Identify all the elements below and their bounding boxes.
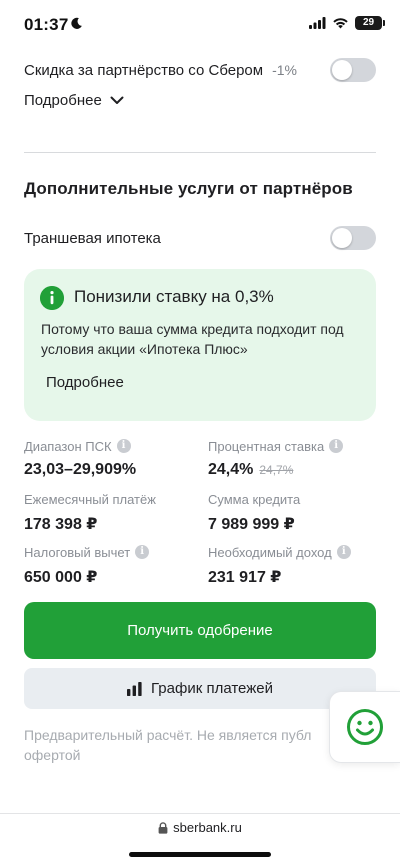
stat-monthly-payment: Ежемесячный платёж 178 398 ₽ bbox=[24, 490, 156, 534]
smiley-icon bbox=[347, 709, 383, 745]
tranche-mortgage-label: Траншевая ипотека bbox=[24, 229, 161, 247]
stat-tax-label: Налоговый вычет bbox=[24, 544, 131, 560]
info-icon[interactable]: i bbox=[116, 439, 131, 453]
status-time: 01:37 bbox=[24, 15, 69, 34]
stat-income-value: 231 917 ₽ bbox=[208, 569, 282, 586]
more-details-link[interactable]: Подробнее bbox=[24, 92, 124, 109]
promo-title: Понизили ставку на 0,3% bbox=[74, 287, 274, 306]
stat-psk-label: Диапазон ПСК bbox=[24, 438, 112, 454]
info-icon bbox=[40, 286, 64, 310]
promo-more-link[interactable]: Подробнее bbox=[46, 374, 124, 391]
payment-schedule-button[interactable]: График платежей bbox=[24, 668, 376, 709]
toggle-knob bbox=[332, 228, 352, 248]
url-text: sberbank.ru bbox=[173, 820, 242, 835]
stat-rate-label: Процентная ставка bbox=[208, 438, 325, 454]
info-icon[interactable]: i bbox=[329, 439, 344, 453]
disclaimer-line-1: Предварительный расчёт. Не является публ bbox=[24, 727, 312, 743]
stat-rate-value: 24,4% bbox=[208, 461, 254, 478]
tranche-mortgage-toggle[interactable] bbox=[330, 226, 376, 250]
bar-chart-icon bbox=[127, 681, 142, 696]
promo-description: Потому что ваша сумма кредита подходит п… bbox=[41, 321, 344, 357]
stat-tax-deduction: Налоговый вычет i 650 000 ₽ bbox=[24, 543, 150, 587]
partner-discount-toggle[interactable] bbox=[330, 58, 376, 82]
assistant-chat-button[interactable] bbox=[329, 691, 400, 763]
chevron-down-icon bbox=[110, 96, 124, 104]
payment-schedule-label: График платежей bbox=[151, 680, 273, 697]
stat-loan-amount: Сумма кредита 7 989 999 ₽ bbox=[208, 490, 300, 534]
more-details-label: Подробнее bbox=[24, 92, 102, 109]
stat-rate: Процентная ставка i 24,4% 24,7% bbox=[208, 437, 344, 479]
stat-rate-old-value: 24,7% bbox=[259, 463, 294, 477]
partner-discount-label: Скидка за партнёрство со Сбером bbox=[24, 61, 264, 79]
status-indicators: 29 bbox=[309, 16, 385, 30]
info-icon[interactable]: i bbox=[135, 545, 150, 559]
battery-icon: 29 bbox=[355, 16, 385, 30]
partner-discount-row: Скидка за партнёрство со Сбером -1% bbox=[24, 58, 376, 82]
disclaimer-text: Предварительный расчёт. Не является публ… bbox=[24, 725, 324, 765]
stat-income-label: Необходимый доход bbox=[208, 544, 332, 560]
info-icon[interactable]: i bbox=[336, 545, 351, 559]
browser-divider bbox=[0, 813, 400, 814]
partner-services-title: Дополнительные услуги от партнёров bbox=[24, 179, 353, 198]
get-approval-button[interactable]: Получить одобрение bbox=[24, 602, 376, 659]
disclaimer-line-2: офертой bbox=[24, 747, 81, 763]
stat-monthly-label: Ежемесячный платёж bbox=[24, 491, 156, 507]
partner-discount-badge: -1% bbox=[272, 62, 297, 78]
stat-psk: Диапазон ПСК i 23,03–29,909% bbox=[24, 437, 136, 479]
stat-loan-label: Сумма кредита bbox=[208, 491, 301, 507]
wifi-icon bbox=[333, 18, 348, 29]
moon-icon bbox=[71, 17, 82, 29]
stat-tax-value: 650 000 ₽ bbox=[24, 569, 98, 586]
status-bar: 01:37 29 bbox=[0, 0, 400, 46]
home-indicator[interactable] bbox=[129, 852, 271, 857]
section-divider bbox=[24, 152, 376, 153]
stat-psk-value: 23,03–29,909% bbox=[24, 461, 137, 478]
address-bar[interactable]: sberbank.ru bbox=[0, 820, 400, 835]
lock-icon bbox=[158, 821, 168, 834]
cellular-signal-icon bbox=[309, 17, 326, 29]
stat-required-income: Необходимый доход i 231 917 ₽ bbox=[208, 543, 351, 587]
promo-card: Понизили ставку на 0,3% Потому что ваша … bbox=[24, 269, 376, 421]
tranche-mortgage-row: Траншевая ипотека bbox=[24, 226, 376, 250]
stat-monthly-value: 178 398 ₽ bbox=[24, 516, 98, 533]
stat-loan-value: 7 989 999 ₽ bbox=[208, 516, 295, 533]
toggle-knob bbox=[332, 60, 352, 80]
